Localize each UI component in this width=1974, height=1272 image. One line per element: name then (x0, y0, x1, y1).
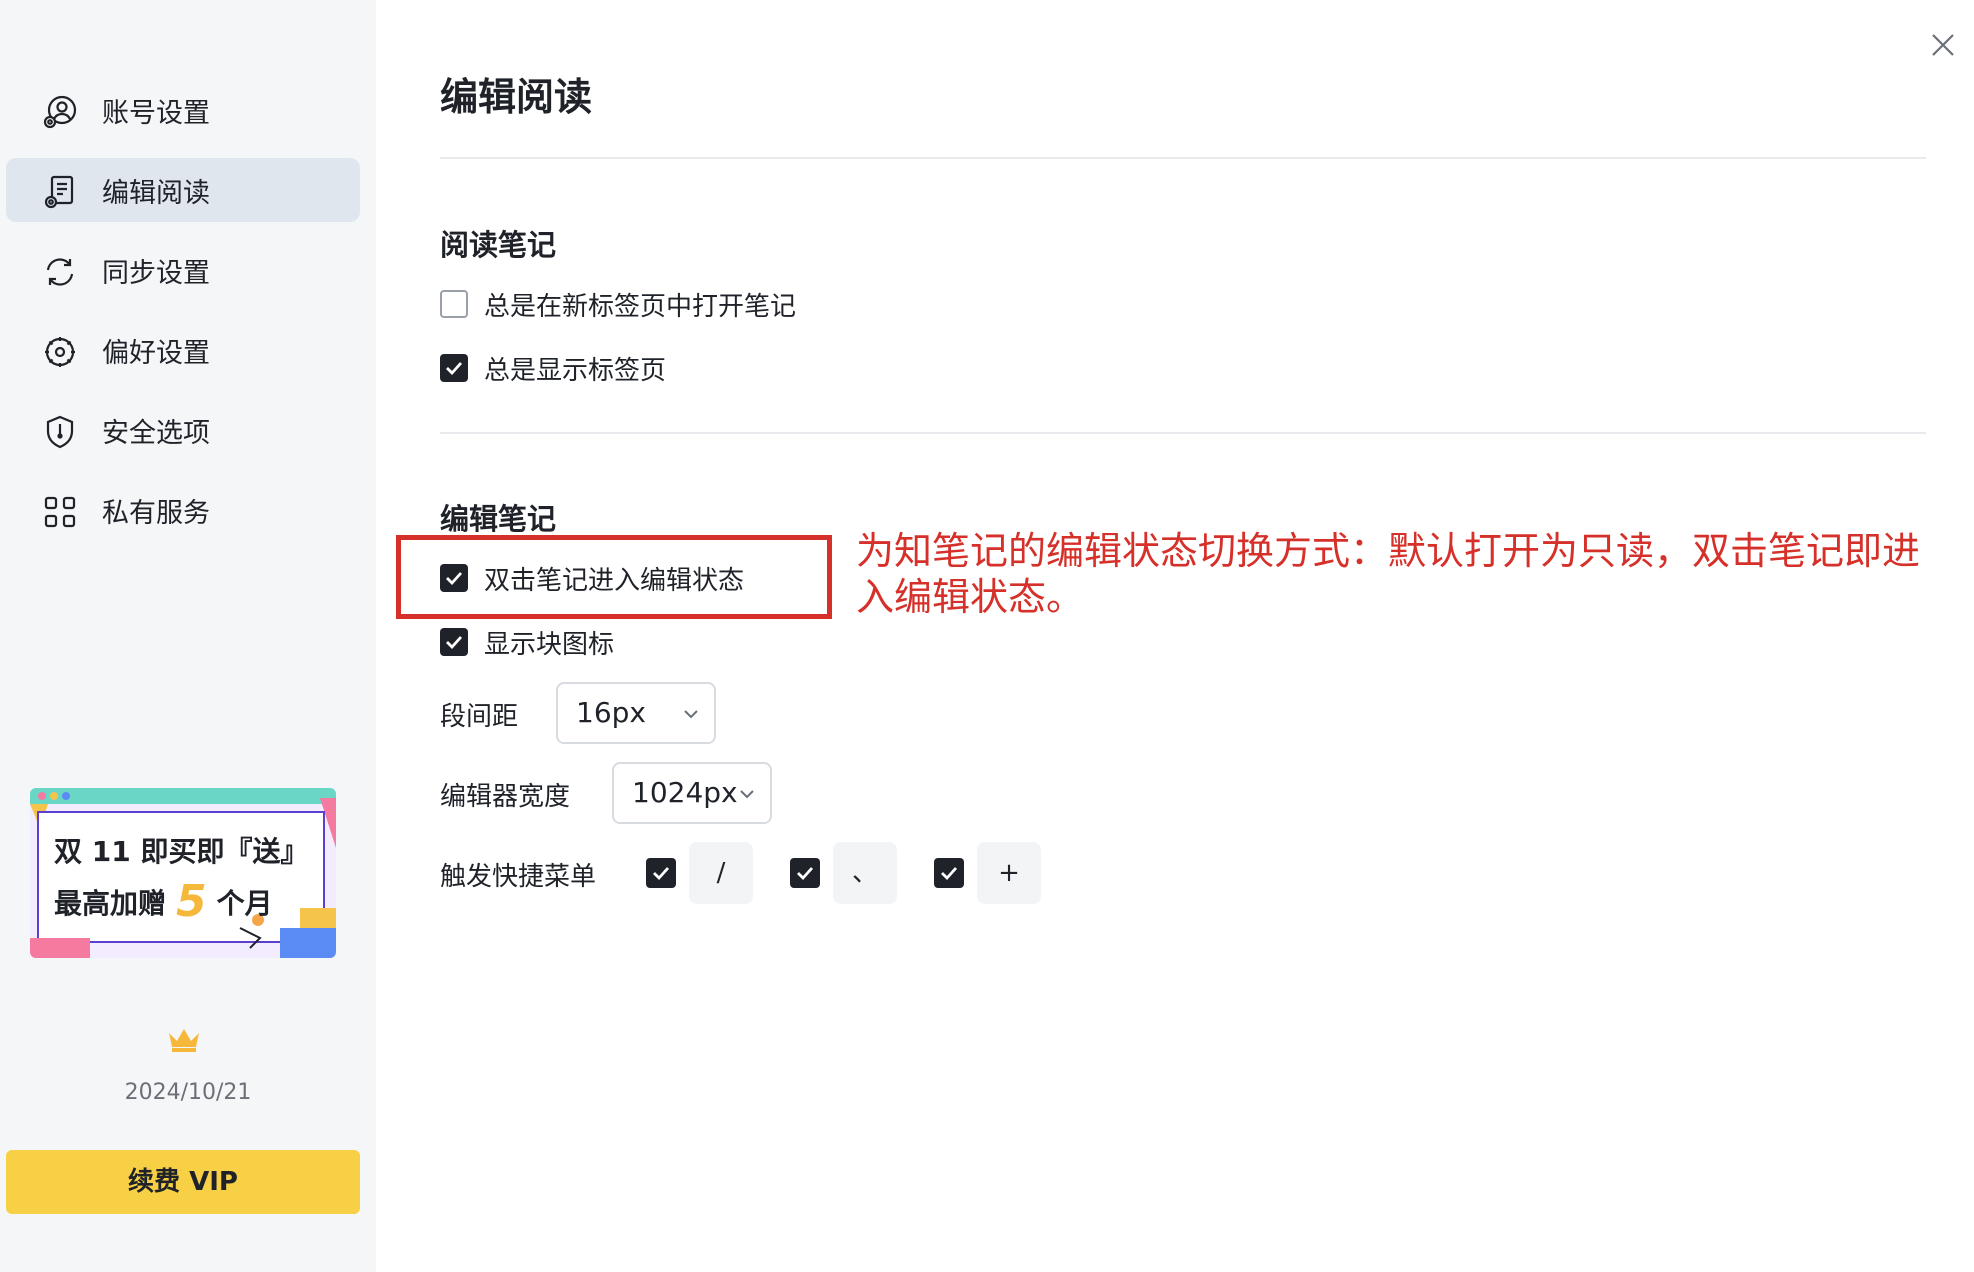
check-icon (653, 867, 670, 881)
check-icon (446, 636, 463, 650)
preferences-icon (45, 337, 75, 367)
sidebar-item-label: 私有服务 (102, 497, 210, 529)
hotkey-comma-checkbox[interactable] (790, 858, 820, 888)
hotkeys-label: 触发快捷菜单 (440, 862, 597, 892)
banner-illustration (30, 788, 336, 958)
account-settings-icon (43, 95, 77, 129)
sidebar-item-private-service[interactable]: 私有服务 (6, 478, 360, 542)
sidebar-item-edit-read[interactable]: 编辑阅读 (6, 158, 360, 222)
divider (440, 157, 1926, 159)
banner-line2-suffix: 个月 (216, 887, 273, 920)
private-service-icon (44, 496, 76, 528)
checkbox-unchecked[interactable] (440, 290, 468, 318)
option-always-show-tabs[interactable]: 总是显示标签页 (440, 348, 666, 388)
sidebar: 账号设置 编辑阅读 同步设置 偏好设置 安全选项 私有服务 双 11 即买即『送… (0, 0, 376, 1272)
shield-icon (46, 415, 74, 449)
annotation-highlight-box (396, 535, 832, 619)
banner-line2-prefix: 最高加赠 (54, 887, 167, 920)
crown-icon (169, 1029, 199, 1052)
banner-line2: 最高加赠 5 个月 (54, 876, 273, 927)
paragraph-spacing-select[interactable]: 16px (556, 682, 716, 744)
checkbox-checked[interactable] (440, 628, 468, 656)
check-icon (446, 362, 463, 376)
sidebar-item-label: 偏好设置 (102, 337, 210, 369)
chevron-down-icon (740, 790, 754, 799)
edit-read-icon (44, 175, 74, 209)
banner-line1: 双 11 即买即『送』 (54, 835, 309, 868)
select-value: 1024px (632, 776, 738, 809)
hotkey-slash-key[interactable]: / (689, 842, 753, 904)
annotation-text: 为知笔记的编辑状态切换方式：默认打开为只读，双击笔记即进入编辑状态。 (856, 529, 1921, 619)
option-show-block-icons[interactable]: 显示块图标 (440, 622, 614, 662)
sidebar-item-account-settings[interactable]: 账号设置 (6, 78, 360, 142)
option-label: 总是在新标签页中打开笔记 (484, 291, 797, 322)
section-title-reading: 阅读笔记 (440, 228, 557, 262)
check-icon (941, 867, 958, 881)
option-label: 显示块图标 (484, 629, 615, 660)
checkbox-checked[interactable] (440, 354, 468, 382)
promo-banner[interactable]: 双 11 即买即『送』 最高加赠 5 个月 (30, 788, 336, 958)
paragraph-spacing-label: 段间距 (440, 702, 519, 732)
editor-width-label: 编辑器宽度 (440, 782, 571, 812)
sidebar-item-label: 同步设置 (102, 257, 210, 289)
sidebar-item-preferences[interactable]: 偏好设置 (6, 318, 360, 382)
editor-width-select[interactable]: 1024px (612, 762, 772, 824)
hotkey-plus-key[interactable]: + (977, 842, 1041, 904)
option-label: 总是显示标签页 (484, 355, 667, 386)
vip-expire-date: 2024/10/21 (124, 1080, 252, 1105)
sidebar-item-sync[interactable]: 同步设置 (6, 238, 360, 302)
check-icon (797, 867, 814, 881)
close-icon[interactable] (1926, 28, 1960, 62)
sidebar-item-security[interactable]: 安全选项 (6, 398, 360, 462)
sidebar-item-label: 编辑阅读 (102, 177, 210, 209)
chevron-down-icon (684, 710, 698, 719)
banner-line2-number: 5 (176, 876, 207, 927)
hotkey-comma-key[interactable]: 、 (833, 842, 897, 904)
option-open-in-new-tab[interactable]: 总是在新标签页中打开笔记 (440, 284, 796, 324)
sync-icon (46, 258, 74, 286)
page-title: 编辑阅读 (440, 75, 593, 119)
renew-vip-button[interactable]: 续费 VIP (6, 1150, 360, 1214)
sidebar-item-label: 账号设置 (102, 97, 210, 129)
divider (440, 432, 1926, 434)
select-value: 16px (576, 696, 646, 729)
sidebar-item-label: 安全选项 (102, 417, 210, 449)
section-title-editing: 编辑笔记 (440, 502, 557, 536)
hotkey-slash-checkbox[interactable] (646, 858, 676, 888)
hotkey-plus-checkbox[interactable] (934, 858, 964, 888)
